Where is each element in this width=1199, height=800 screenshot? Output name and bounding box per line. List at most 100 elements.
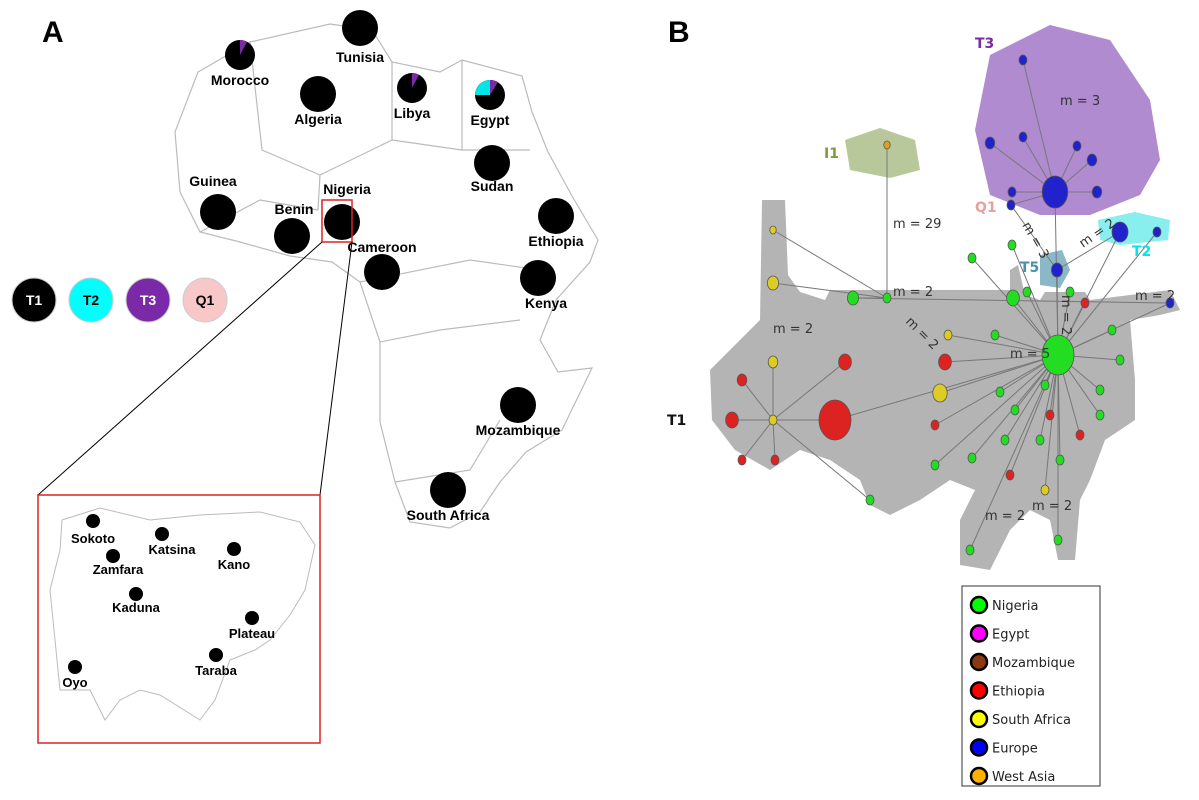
key-label: T3: [140, 292, 157, 308]
country-pie-south-africa: [430, 472, 466, 508]
cluster-region-t3: [975, 25, 1160, 215]
legend-swatch: [969, 652, 989, 672]
key-label: T1: [26, 292, 43, 308]
haplotype-node: [1005, 469, 1015, 481]
haplotype-node: [1010, 404, 1020, 416]
haplotype-node: [943, 329, 953, 341]
country-pie-algeria: [300, 76, 336, 112]
country-label: Mozambique: [476, 422, 561, 438]
figure: A B Tunisia Morocco Algeria Libya Egypt Sudan…: [11, 10, 1180, 787]
mutation-label: m = 5: [1010, 347, 1050, 362]
mutation-label: m = 2: [985, 509, 1025, 524]
haplotype-node: [882, 292, 892, 304]
haplotype-node: [1007, 186, 1017, 198]
haplotype-node: [1091, 185, 1103, 199]
state-label: Sokoto: [71, 531, 115, 546]
state-marker: [68, 660, 82, 674]
haplotype-network: m = 3 m = 29 m = 3 m = 2 m = 2 m = 2 m = 2 m = …: [667, 25, 1180, 570]
country-label: Cameroon: [347, 239, 416, 255]
haplotype-node: [1040, 379, 1050, 391]
country-pie-cameroon: [364, 254, 400, 290]
haplotype-node: [967, 252, 977, 264]
mutation-label: m = 2: [773, 322, 813, 337]
mutation-label: m = 2: [893, 285, 933, 300]
country-pie-tunisia: [342, 10, 378, 46]
key-label: T2: [83, 292, 100, 308]
mutation-label: m = 2: [1135, 289, 1175, 304]
cluster-label-t1: T1: [667, 413, 686, 429]
mutation-label: m = 2: [1058, 295, 1073, 335]
haplotype-node: [865, 494, 875, 506]
country-label: Sudan: [471, 178, 514, 194]
haplotype-node: [1018, 131, 1028, 143]
haplotype-node: [1041, 175, 1069, 209]
country-pie-benin: [274, 218, 310, 254]
haplotype-node: [938, 353, 952, 371]
legend-label: Nigeria: [992, 599, 1039, 614]
haplotype-node: [768, 414, 778, 426]
state-label: Kano: [218, 557, 251, 572]
legend-swatch: [969, 766, 989, 786]
haplotype-node: [1018, 54, 1028, 66]
haplotype-node: [1152, 226, 1162, 238]
haplotype-node: [1075, 429, 1085, 441]
state-marker: [155, 527, 169, 541]
country-label: Algeria: [294, 111, 342, 127]
country-pie-guinea: [200, 194, 236, 230]
legend-label: South Africa: [992, 713, 1071, 728]
legend-swatch: [969, 624, 989, 643]
key-label: Q1: [196, 292, 215, 308]
mutation-label: m = 29: [893, 217, 941, 232]
state-marker: [227, 542, 241, 556]
cluster-label-t2: T2: [1132, 244, 1151, 260]
haplotype-node: [930, 419, 940, 431]
country-label: Tunisia: [336, 49, 384, 65]
country-label: Guinea: [189, 173, 237, 189]
state-label: Taraba: [195, 663, 237, 678]
panel-label-a: A: [42, 16, 64, 49]
haplotype-node: [818, 399, 852, 441]
haplotype-node: [1080, 297, 1090, 309]
haplotype-node: [1035, 434, 1045, 446]
country-pie-kenya: [520, 260, 556, 296]
country-label: Morocco: [211, 72, 269, 88]
haplotype-node: [737, 454, 747, 466]
cluster-region-t1: [710, 200, 1180, 570]
haplotype-node: [930, 459, 940, 471]
mutation-label: m = 3: [1060, 94, 1100, 109]
state-marker: [245, 611, 259, 625]
country-pie-mozambique: [500, 387, 536, 423]
state-marker: [129, 587, 143, 601]
haplotype-node: [1007, 239, 1017, 251]
haplotype-node: [770, 454, 780, 466]
mutation-label: m = 2: [1032, 499, 1072, 514]
haplotype-node: [965, 544, 975, 556]
haplotype-node: [967, 452, 977, 464]
state-marker: [209, 648, 223, 662]
haplotype-node: [1107, 324, 1117, 336]
country-pie-sudan: [474, 145, 510, 181]
haplotype-node: [984, 136, 996, 150]
legend-swatch: [969, 738, 989, 757]
legend-swatch: [969, 595, 989, 615]
country-label: Kenya: [525, 295, 567, 311]
haplotype-node: [1072, 140, 1082, 152]
country-label: Benin: [275, 201, 314, 217]
state-marker: [86, 514, 100, 528]
haplotype-node: [932, 383, 948, 403]
cluster-label-t3: T3: [975, 36, 994, 52]
state-label: Oyo: [62, 675, 87, 690]
haplotype-node: [767, 355, 779, 369]
haplotype-node: [1000, 434, 1010, 446]
zoom-line-left: [37, 241, 323, 496]
haplotype-node: [838, 353, 852, 371]
mutation-label: m = 3: [1019, 220, 1052, 262]
network-legend: Nigeria Egypt Mozambique Ethiopia South Afri…: [961, 585, 1101, 787]
haplotype-node: [1045, 409, 1055, 421]
haplotype-node: [1006, 199, 1016, 211]
country-label: Egypt: [471, 112, 510, 128]
haplotype-node: [995, 386, 1005, 398]
country-pie-nigeria: [324, 204, 360, 240]
haplogroup-key: T1 T2 T3 Q1: [11, 277, 228, 323]
haplotype-node: [883, 140, 891, 150]
